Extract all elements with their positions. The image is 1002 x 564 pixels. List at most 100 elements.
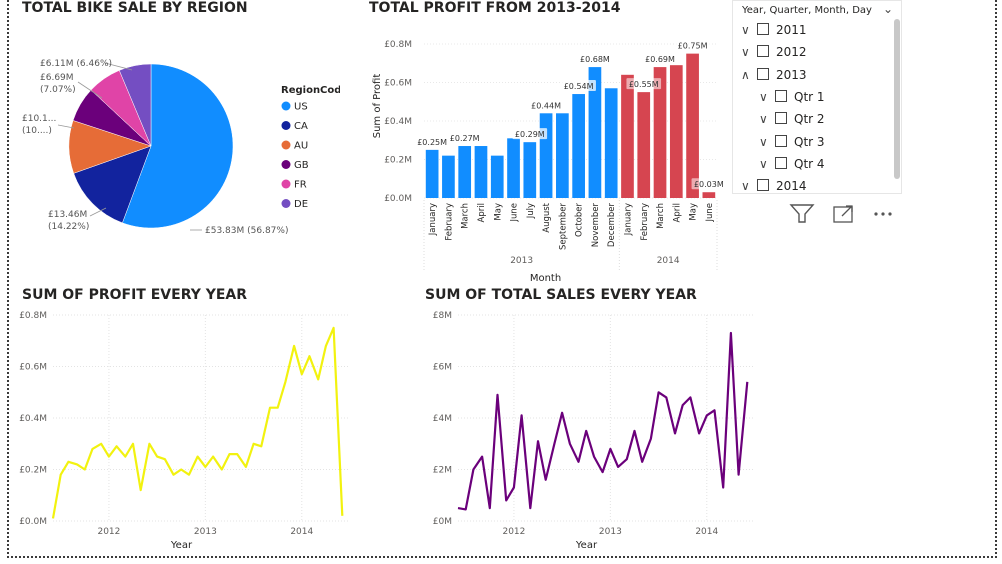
chevron-down-icon[interactable]: ∨ <box>741 43 757 61</box>
slicer-item-label: 2014 <box>776 179 807 194</box>
profit-bar-chart[interactable]: £0.0M £0.2M £0.4M £0.6M £0.8M Sum of Profit Ja… <box>365 22 727 287</box>
slicer-checkbox[interactable] <box>775 89 787 102</box>
slicer-checkbox[interactable] <box>757 23 769 35</box>
sales-line-chart[interactable]: £0M £2M £4M £6M £8M 2012 2013 2014 Year <box>420 305 765 550</box>
legend-marker-us <box>281 101 291 111</box>
slicer-item-qtr-4[interactable]: ∨ Qtr 4 <box>759 155 825 173</box>
slicer-scrollbar[interactable] <box>894 19 900 179</box>
profit-line-x-tick: 2012 <box>97 527 120 537</box>
slicer-item-label: Qtr 2 <box>794 112 825 127</box>
profit-line-x-tick: 2013 <box>194 527 217 537</box>
bar-y-tick: £0.4M <box>384 117 412 127</box>
slicer-item-qtr-2[interactable]: ∨ Qtr 2 <box>759 110 825 128</box>
slicer-checkbox[interactable] <box>775 112 787 125</box>
chevron-down-icon[interactable]: ∨ <box>759 155 775 173</box>
chevron-down-icon[interactable]: ∨ <box>741 21 757 39</box>
slicer-checkbox[interactable] <box>775 156 787 169</box>
bar-x-axis-title: Month <box>530 273 561 284</box>
bar-2013-january <box>425 149 439 198</box>
legend-marker-de <box>281 199 291 208</box>
pie-data-label: £53.83M (56.87%) <box>205 226 288 236</box>
pie-chart[interactable]: £6.11M (6.46%) £6.69M (7.07%) £10.1... (10..… <box>10 20 340 250</box>
bar-y-axis-title: Sum of Profit <box>372 74 383 139</box>
bar-2013-february <box>442 155 455 198</box>
profit-line-x-tick: 2014 <box>290 527 313 537</box>
pie-legend-title: RegionCode <box>281 85 340 96</box>
slicer-checkbox[interactable] <box>757 179 769 192</box>
bar-group-label-2013: 2013 <box>510 256 533 266</box>
slicer-item-2013[interactable]: ∧ 2013 <box>741 66 807 84</box>
slicer-collapse-chevron-icon[interactable]: ⌄ <box>883 2 893 16</box>
profit-line-y-tick: £0.4M <box>19 414 47 424</box>
bar-x-tick: September <box>558 202 568 249</box>
sales-line-x-tick: 2012 <box>502 527 525 537</box>
bar-group-label-2014: 2014 <box>657 256 680 266</box>
chevron-down-icon[interactable]: ∨ <box>759 88 775 106</box>
bar-2014-february <box>637 92 651 198</box>
more-options-icon[interactable] <box>874 212 892 216</box>
bar-x-tick: August <box>542 202 552 232</box>
pie-data-label: £6.69M <box>40 73 74 83</box>
bar-2014-april <box>669 65 683 198</box>
legend-marker-au <box>281 140 291 150</box>
bar-x-tick: March <box>461 203 471 229</box>
slicer-item-qtr-3[interactable]: ∨ Qtr 3 <box>759 133 825 151</box>
bar-data-label: £0.69M <box>645 55 675 64</box>
bar-x-tick: June <box>705 203 715 223</box>
slicer-item-2011[interactable]: ∨ 2011 <box>741 21 807 39</box>
bar-data-label: £0.75M <box>678 42 708 51</box>
filter-icon[interactable] <box>789 204 815 223</box>
bar-2014-may <box>686 53 699 198</box>
bar-data-label: £0.25M <box>417 138 447 147</box>
sales-line-y-tick: £8M <box>433 311 452 321</box>
pie-data-label: (10....) <box>22 126 52 136</box>
bar-2013-september <box>556 113 569 198</box>
slicer-item-2014[interactable]: ∨ 2014 <box>741 177 807 194</box>
legend-label-de: DE <box>294 199 308 210</box>
legend-label-fr: FR <box>294 180 307 191</box>
bar-2014-january <box>621 74 634 198</box>
slicer-item-label: Qtr 3 <box>794 134 825 149</box>
slicer-item-label: 2012 <box>776 45 807 60</box>
bar-y-tick: £0.0M <box>384 194 412 204</box>
bar-x-tick: December <box>607 202 617 247</box>
chevron-down-icon[interactable]: ∨ <box>741 177 757 193</box>
bar-2013-october <box>572 94 585 198</box>
chevron-down-icon[interactable]: ∨ <box>759 110 775 128</box>
bar-y-tick: £0.8M <box>384 40 412 50</box>
pie-data-label: £10.1... <box>22 114 56 124</box>
bar-2013-april <box>474 146 488 198</box>
bar-2013-march <box>458 146 472 198</box>
sales-line-series-line <box>457 331 749 511</box>
slicer-item-qtr-1[interactable]: ∨ Qtr 1 <box>759 88 825 106</box>
date-hierarchy-slicer[interactable]: Year, Quarter, Month, Day ⌄ ∨ 2011 ∨ 2012 ∧ 2… <box>732 0 902 194</box>
bar-x-tick: February <box>640 203 650 241</box>
chevron-down-icon[interactable]: ∨ <box>759 133 775 151</box>
bar-data-label: £0.44M <box>531 101 561 110</box>
bar-data-label: £0.54M <box>564 82 594 91</box>
legend-label-au: AU <box>294 141 308 152</box>
bar-x-tick: April <box>477 203 487 222</box>
bar-chart-title: TOTAL PROFIT FROM 2013-2014 <box>369 0 621 16</box>
slicer-checkbox[interactable] <box>757 67 769 80</box>
profit-line-chart[interactable]: £0.0M £0.2M £0.4M £0.6M £0.8M 2012 2013 2014 Yea… <box>15 305 360 550</box>
pie-data-label: (14.22%) <box>48 222 89 232</box>
sales-line-x-tick: 2014 <box>695 527 718 537</box>
bar-2013-july <box>523 142 537 198</box>
profit-line-series-line <box>51 326 344 519</box>
chevron-up-icon[interactable]: ∧ <box>741 66 757 84</box>
slicer-item-label: 2013 <box>776 67 807 82</box>
slicer-checkbox[interactable] <box>757 45 769 58</box>
focus-mode-icon[interactable] <box>833 205 853 223</box>
bar-x-tick: November <box>591 202 601 247</box>
legend-marker-fr <box>281 179 291 189</box>
slicer-header: Year, Quarter, Month, Day <box>742 5 872 16</box>
sales-line-x-tick: 2013 <box>599 527 622 537</box>
slicer-checkbox[interactable] <box>775 134 787 147</box>
slicer-item-2012[interactable]: ∨ 2012 <box>741 43 807 61</box>
bar-x-tick: June <box>510 203 520 223</box>
profit-line-x-axis-title: Year <box>170 540 193 550</box>
bar-2013-december <box>604 88 618 198</box>
sales-line-y-tick: £6M <box>433 363 452 373</box>
pie-data-label: £6.11M (6.46%) <box>40 59 112 69</box>
